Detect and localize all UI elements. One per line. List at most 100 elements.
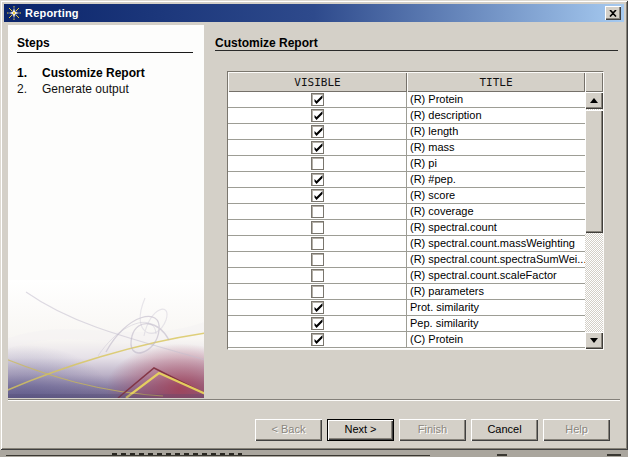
- scroll-down-button[interactable]: [585, 332, 603, 349]
- close-icon: [609, 10, 617, 17]
- checkbox-checked[interactable]: [311, 109, 324, 122]
- visible-cell: [228, 236, 407, 251]
- table-row: (R) parameters: [228, 284, 585, 300]
- table-row: (R) length: [228, 124, 585, 140]
- column-header-visible[interactable]: VISIBLE: [228, 72, 407, 92]
- decorative-swirl-image: [8, 280, 204, 398]
- column-header-spacer: [585, 72, 603, 92]
- title-cell[interactable]: Pep. similarity: [407, 316, 585, 331]
- visible-cell: [228, 300, 407, 315]
- step-item: 1.Customize Report: [17, 66, 197, 80]
- checkbox-unchecked[interactable]: [311, 285, 324, 298]
- footer-separator-highlight: [8, 400, 620, 401]
- background-window-line: [6, 455, 430, 456]
- table-header: VISIBLE TITLE: [228, 72, 603, 92]
- visible-cell: [228, 172, 407, 187]
- table-row: (R) spectral.count.spectraSumWei...: [228, 252, 585, 268]
- visible-cell: [228, 316, 407, 331]
- title-cell[interactable]: (R) pi: [407, 156, 585, 171]
- background-window-mark: [607, 454, 621, 456]
- title-cell[interactable]: (R) spectral.count.scaleFactor: [407, 268, 585, 283]
- title-cell[interactable]: (R) coverage: [407, 204, 585, 219]
- title-cell[interactable]: (R) score: [407, 188, 585, 203]
- checkbox-unchecked[interactable]: [311, 237, 324, 250]
- steps-header: Steps: [17, 36, 193, 53]
- steps-panel: Steps 1.Customize Report2.Generate outpu…: [8, 25, 204, 398]
- window-title: Reporting: [25, 7, 79, 19]
- title-cell[interactable]: (C) Protein: [407, 332, 585, 347]
- table-row: (R) mass: [228, 140, 585, 156]
- checkbox-checked[interactable]: [311, 333, 324, 346]
- checkbox-checked[interactable]: [311, 125, 324, 138]
- title-cell[interactable]: (R) spectral.count: [407, 220, 585, 235]
- reporting-dialog: Reporting: [0, 0, 628, 450]
- checkbox-unchecked[interactable]: [311, 157, 324, 170]
- step-number: 2.: [17, 82, 42, 96]
- arrow-down-icon: [590, 338, 598, 343]
- visible-cell: [228, 108, 407, 123]
- title-cell[interactable]: (R) spectral.count.spectraSumWei...: [407, 252, 585, 267]
- visible-cell: [228, 92, 407, 107]
- visible-cell: [228, 252, 407, 267]
- table-row: (R) coverage: [228, 204, 585, 220]
- columns-table: VISIBLE TITLE (R) Protein(R) description…: [227, 71, 604, 350]
- title-cell[interactable]: (R) #pep.: [407, 172, 585, 187]
- table-body: (R) Protein(R) description(R) length(R) …: [228, 92, 585, 348]
- checkbox-checked[interactable]: [311, 317, 324, 330]
- finish-button[interactable]: Finish: [399, 419, 466, 441]
- table-row: (R) #pep.: [228, 172, 585, 188]
- title-bar[interactable]: Reporting: [4, 4, 624, 22]
- checkbox-checked[interactable]: [311, 141, 324, 154]
- step-label: Customize Report: [42, 66, 145, 80]
- scrollbar-thumb[interactable]: [585, 110, 603, 233]
- checkbox-unchecked[interactable]: [311, 253, 324, 266]
- arrow-up-icon: [590, 98, 598, 103]
- title-cell[interactable]: (R) Protein: [407, 92, 585, 107]
- step-item: 2.Generate output: [17, 82, 197, 96]
- section-title: Customize Report: [215, 36, 318, 50]
- title-cell[interactable]: (R) spectral.count.massWeighting: [407, 236, 585, 251]
- title-cell[interactable]: Prot. similarity: [407, 300, 585, 315]
- table-row: Prot. similarity: [228, 300, 585, 316]
- visible-cell: [228, 140, 407, 155]
- checkbox-checked[interactable]: [311, 301, 324, 314]
- visible-cell: [228, 268, 407, 283]
- table-row: (R) description: [228, 108, 585, 124]
- visible-cell: [228, 332, 407, 347]
- background-window-mark: [497, 454, 507, 456]
- visible-cell: [228, 124, 407, 139]
- table-row: (R) spectral.count: [228, 220, 585, 236]
- table-row: (R) Protein: [228, 92, 585, 108]
- checkbox-unchecked[interactable]: [311, 269, 324, 282]
- checkbox-unchecked[interactable]: [311, 205, 324, 218]
- table-row: (C) Protein: [228, 332, 585, 348]
- section-rule: [215, 50, 618, 51]
- table-row: (R) spectral.count.massWeighting: [228, 236, 585, 252]
- step-number: 1.: [17, 66, 42, 80]
- scroll-up-button[interactable]: [585, 92, 603, 109]
- cancel-button[interactable]: Cancel: [471, 419, 538, 441]
- title-cell[interactable]: (R) length: [407, 124, 585, 139]
- column-header-title[interactable]: TITLE: [407, 72, 585, 92]
- checkbox-checked[interactable]: [311, 173, 324, 186]
- close-button[interactable]: [605, 6, 621, 20]
- vertical-scrollbar[interactable]: [585, 92, 603, 349]
- table-row: (R) score: [228, 188, 585, 204]
- checkbox-checked[interactable]: [311, 93, 324, 106]
- visible-cell: [228, 204, 407, 219]
- table-row: Pep. similarity: [228, 316, 585, 332]
- help-button[interactable]: Help: [543, 419, 610, 441]
- step-label: Generate output: [42, 82, 129, 96]
- checkbox-unchecked[interactable]: [311, 221, 324, 234]
- checkbox-checked[interactable]: [311, 189, 324, 202]
- visible-cell: [228, 284, 407, 299]
- visible-cell: [228, 220, 407, 235]
- app-icon: [7, 6, 21, 20]
- title-cell[interactable]: (R) mass: [407, 140, 585, 155]
- visible-cell: [228, 156, 407, 171]
- table-row: (R) pi: [228, 156, 585, 172]
- title-cell[interactable]: (R) parameters: [407, 284, 585, 299]
- back-button[interactable]: < Back: [255, 419, 322, 441]
- title-cell[interactable]: (R) description: [407, 108, 585, 123]
- next-button[interactable]: Next >: [327, 419, 394, 441]
